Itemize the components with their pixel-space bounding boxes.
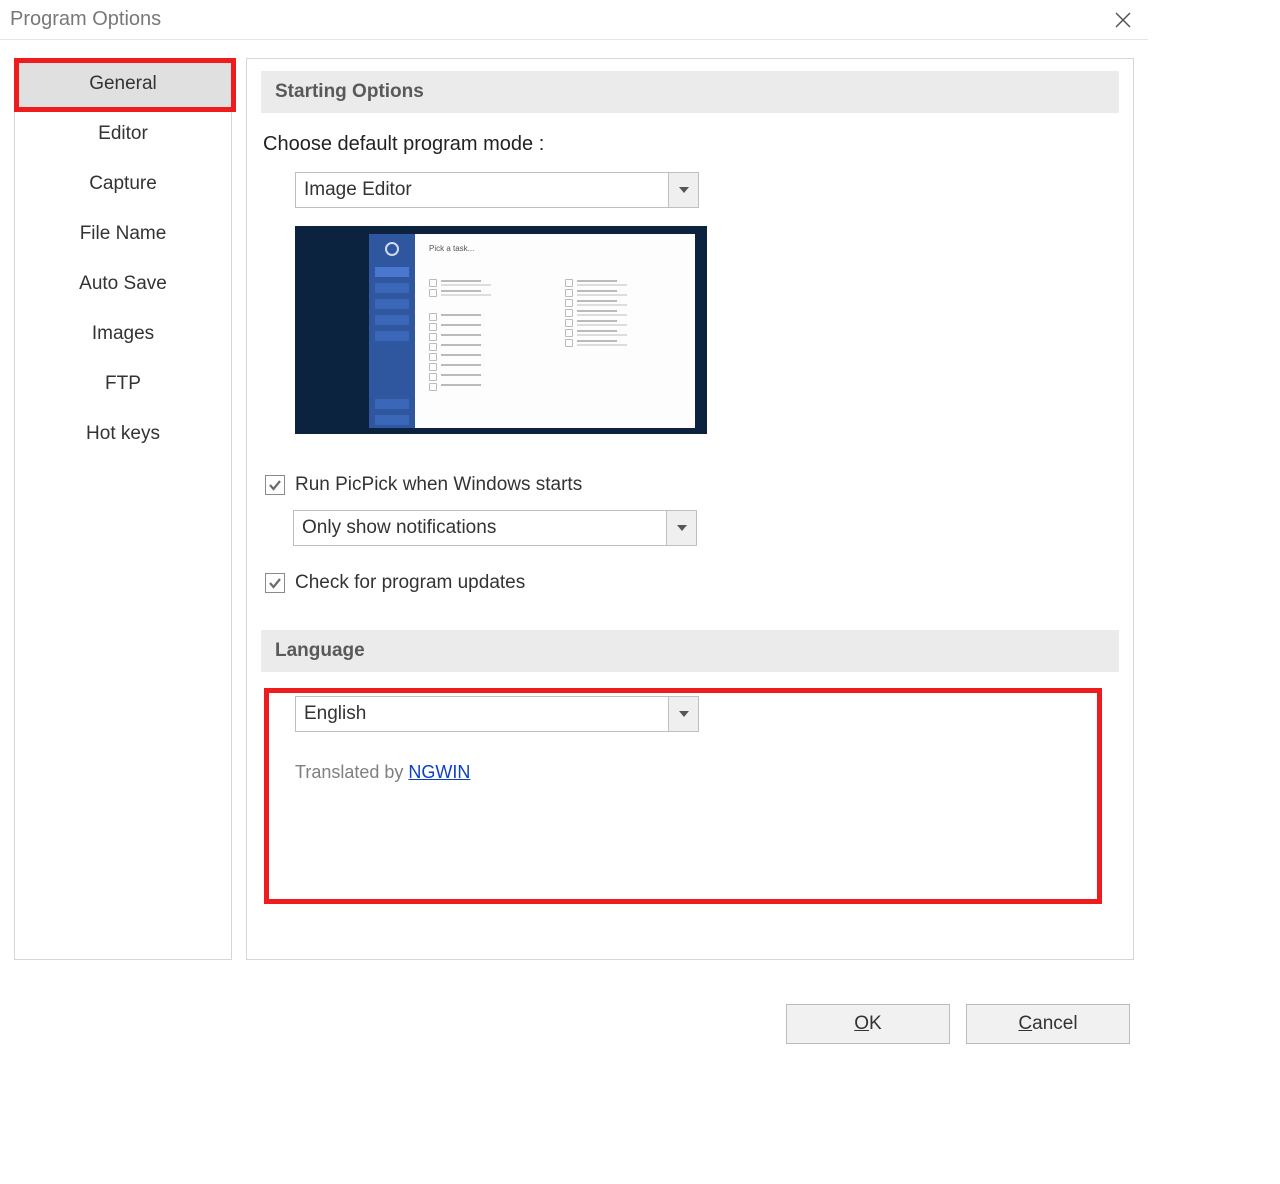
check-icon	[268, 576, 282, 590]
check-updates-label: Check for program updates	[295, 572, 525, 594]
sidebar: General Editor Capture File Name Auto Sa…	[14, 58, 232, 960]
run-on-start-checkbox[interactable]	[265, 475, 285, 495]
chevron-down-icon	[678, 710, 690, 718]
ok-label-rest: K	[869, 1013, 882, 1035]
translated-by-row: Translated by NGWIN	[295, 762, 1119, 783]
chevron-down-icon	[676, 524, 688, 532]
language-dropdown-button[interactable]	[669, 696, 699, 732]
run-on-start-row: Run PicPick when Windows starts	[265, 474, 1119, 496]
sidebar-item-file-name[interactable]: File Name	[15, 209, 231, 259]
sidebar-item-capture[interactable]: Capture	[15, 159, 231, 209]
check-updates-checkbox[interactable]	[265, 573, 285, 593]
choose-mode-label: Choose default program mode :	[263, 133, 1119, 156]
program-mode-dropdown-button[interactable]	[669, 172, 699, 208]
window-title: Program Options	[10, 8, 161, 31]
language-combo[interactable]: English	[295, 696, 699, 732]
close-icon	[1114, 11, 1132, 29]
sidebar-item-editor[interactable]: Editor	[15, 109, 231, 159]
sidebar-item-label: File Name	[80, 223, 167, 244]
check-updates-row: Check for program updates	[265, 572, 1119, 594]
sidebar-item-ftp[interactable]: FTP	[15, 359, 231, 409]
sidebar-item-label: Hot keys	[86, 423, 160, 444]
main-panel: Starting Options Choose default program …	[246, 58, 1134, 960]
cancel-label-rest: ancel	[1032, 1013, 1077, 1035]
sidebar-item-images[interactable]: Images	[15, 309, 231, 359]
sidebar-item-auto-save[interactable]: Auto Save	[15, 259, 231, 309]
sidebar-item-label: FTP	[105, 373, 141, 394]
sidebar-item-label: Auto Save	[79, 273, 167, 294]
sidebar-item-label: Capture	[89, 173, 157, 194]
language-value: English	[295, 696, 669, 732]
preview-title: Pick a task...	[429, 244, 681, 253]
dialog-footer: OK Cancel	[786, 1004, 1130, 1044]
sidebar-item-hot-keys[interactable]: Hot keys	[15, 409, 231, 459]
sidebar-item-label: Editor	[98, 123, 148, 144]
ok-button[interactable]: OK	[786, 1004, 950, 1044]
program-mode-value: Image Editor	[295, 172, 669, 208]
check-icon	[268, 478, 282, 492]
tray-behavior-combo[interactable]: Only show notifications	[293, 510, 697, 546]
titlebar: Program Options	[0, 0, 1148, 40]
chevron-down-icon	[678, 186, 690, 194]
translated-prefix: Translated by	[295, 762, 408, 782]
sidebar-item-general[interactable]: General	[15, 59, 231, 109]
close-button[interactable]	[1108, 5, 1138, 35]
run-on-start-label: Run PicPick when Windows starts	[295, 474, 582, 496]
cancel-button[interactable]: Cancel	[966, 1004, 1130, 1044]
program-mode-combo[interactable]: Image Editor	[295, 172, 699, 208]
sidebar-item-label: General	[89, 73, 157, 94]
tray-behavior-dropdown-button[interactable]	[667, 510, 697, 546]
section-header-language: Language	[261, 630, 1119, 672]
section-header-starting: Starting Options	[261, 71, 1119, 113]
mode-preview-thumbnail: Pick a task...	[295, 226, 707, 434]
tray-behavior-value: Only show notifications	[293, 510, 667, 546]
sidebar-item-label: Images	[92, 323, 154, 344]
translator-link[interactable]: NGWIN	[408, 762, 470, 782]
